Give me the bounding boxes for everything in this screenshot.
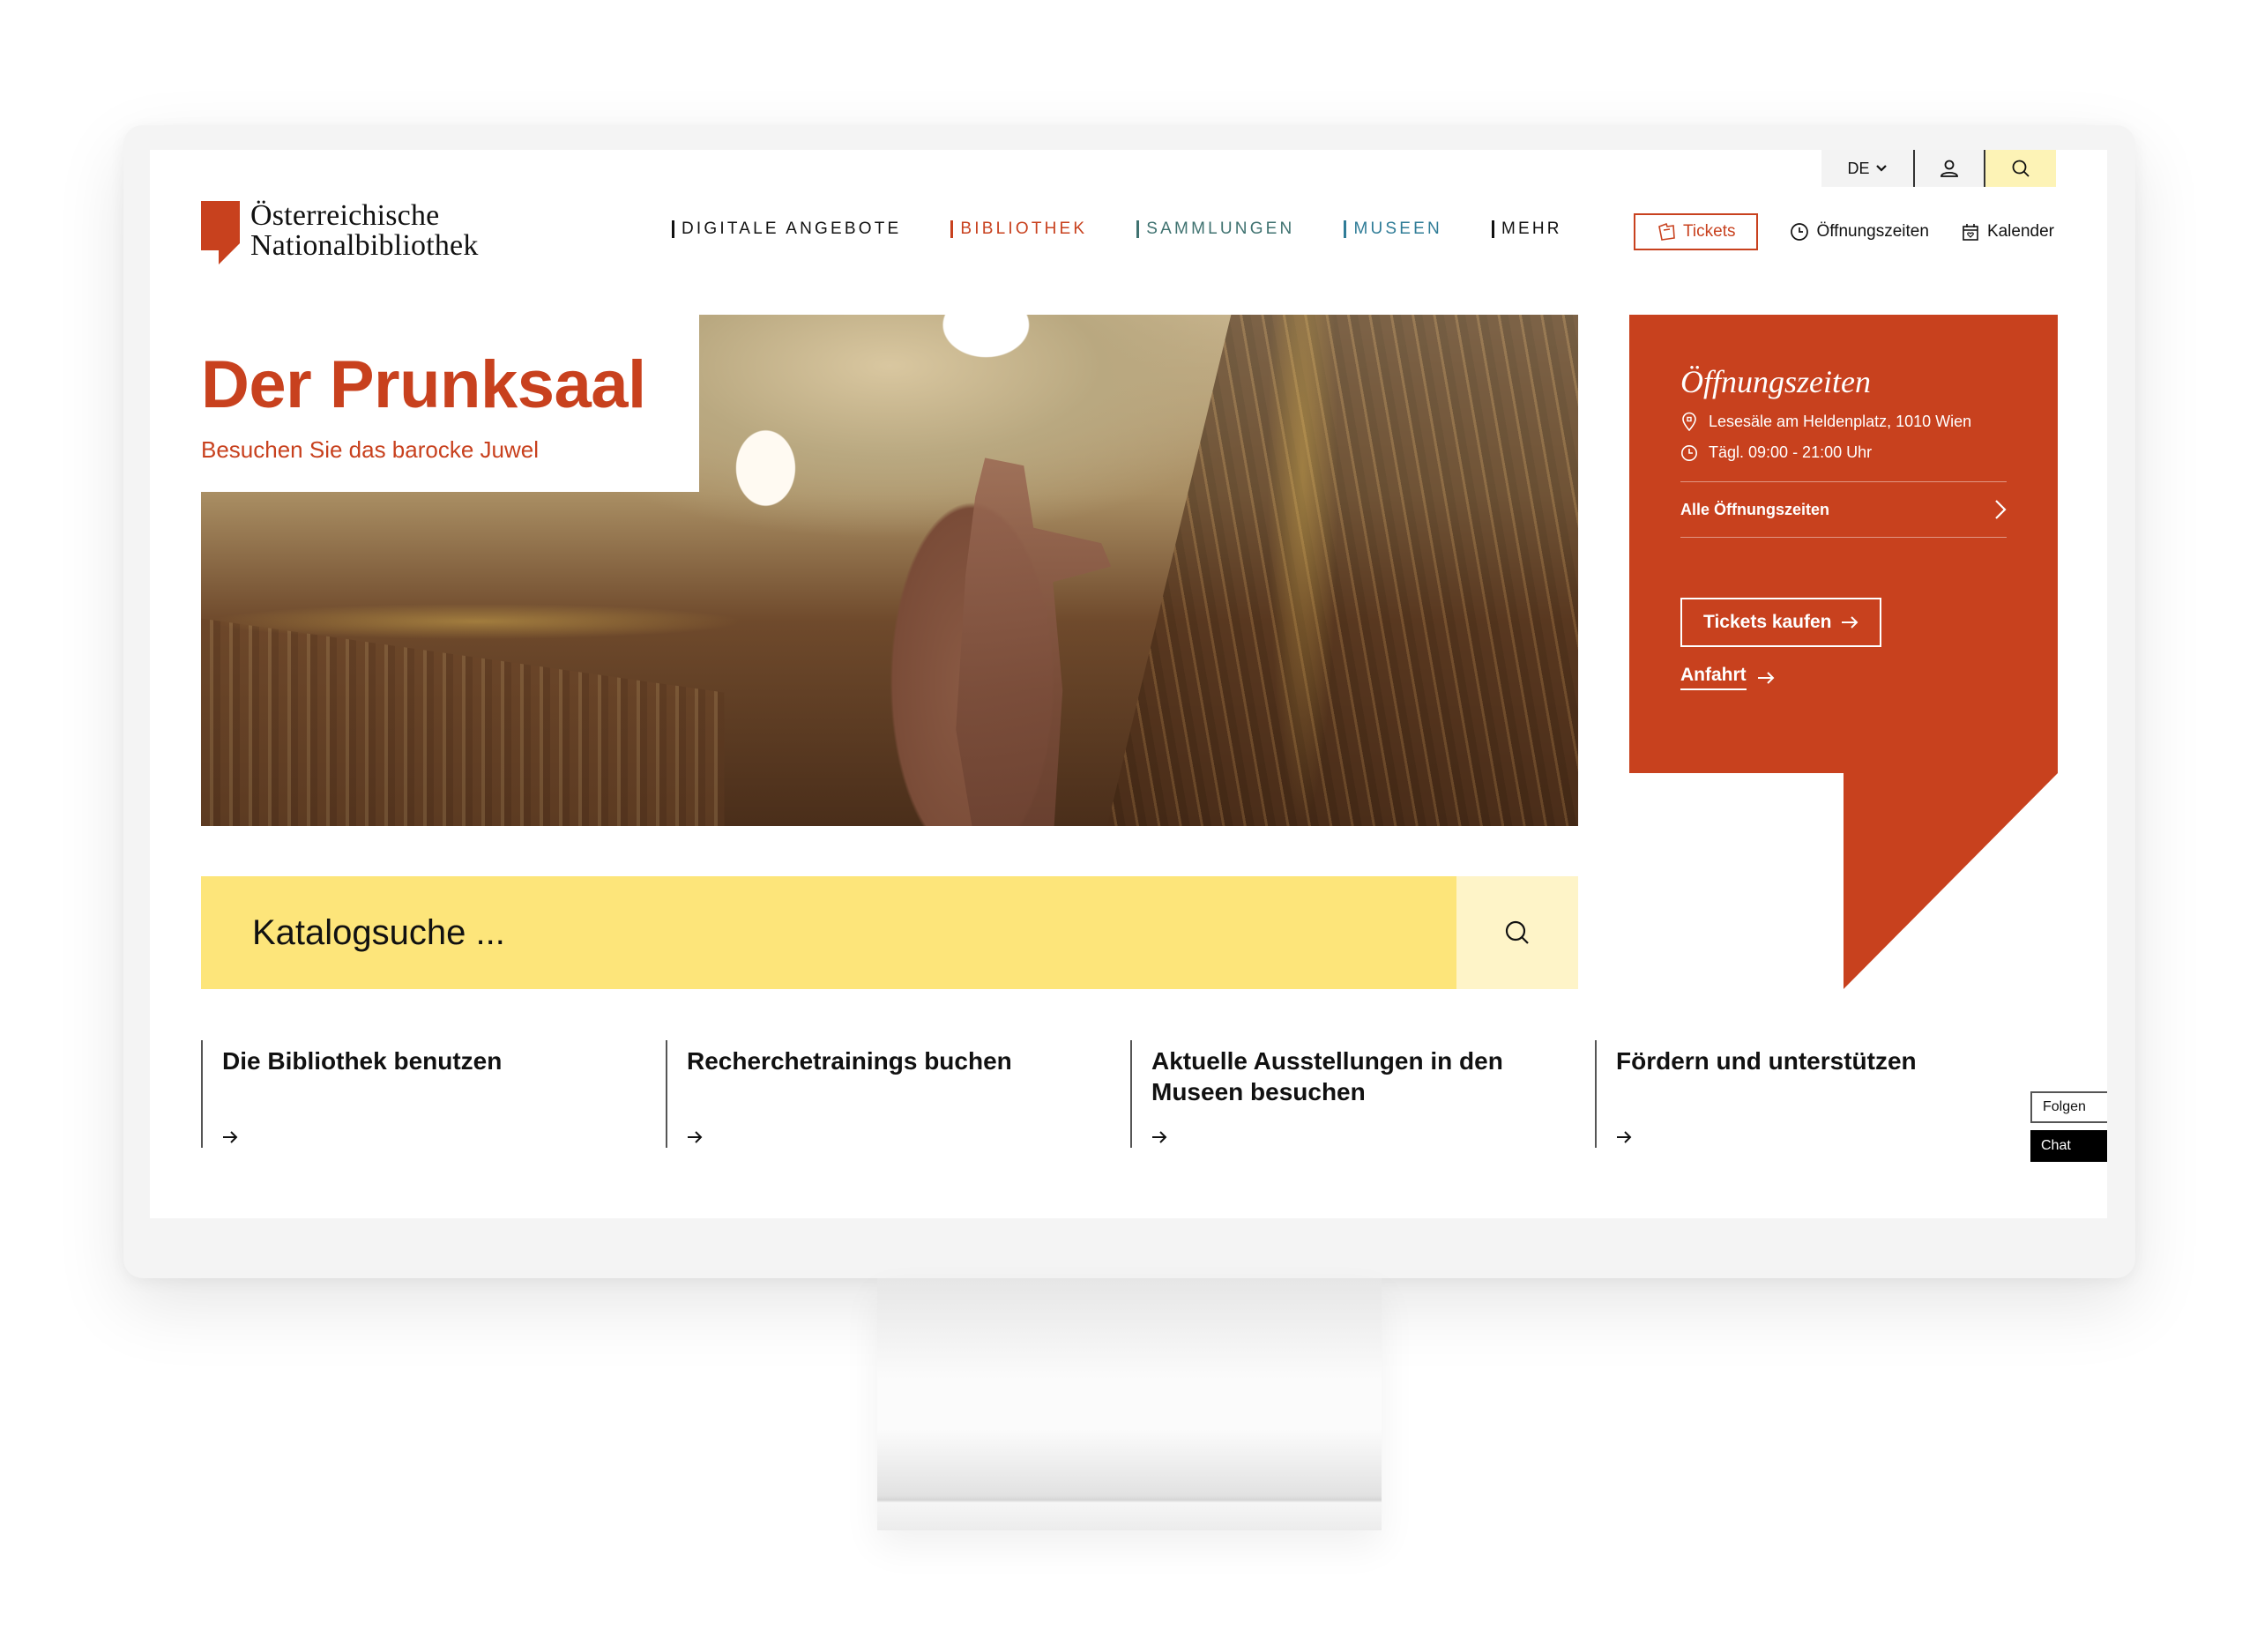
arrow-right-icon [1841, 616, 1858, 629]
clock-icon [1791, 223, 1809, 241]
tickets-button[interactable]: Tickets [1634, 213, 1759, 250]
logo-mark-icon [201, 201, 240, 264]
search-icon [2012, 160, 2030, 177]
search-icon [1505, 920, 1529, 944]
ticket-icon [1658, 222, 1675, 241]
catalog-search-button[interactable] [1456, 876, 1578, 989]
location-pin-icon [1682, 412, 1696, 431]
nav-digitale-angebote[interactable]: DIGITALE ANGEBOTE [672, 220, 901, 238]
location-text: Lesesäle am Heldenplatz, 1010 Wien [1709, 412, 1972, 430]
buy-tickets-button[interactable]: Tickets kaufen [1680, 598, 1881, 647]
times-line: Tägl. 09:00 - 21:00 Uhr [1680, 443, 2007, 462]
arrow-right-icon [1617, 1131, 1632, 1143]
logo-text: Österreichische Nationalbibliothek [250, 199, 479, 262]
calendar-link[interactable]: Kalender [1961, 222, 2054, 242]
directions-link[interactable]: Anfahrt [1680, 665, 1775, 690]
utility-bar: DE [1821, 150, 2056, 187]
user-account-button[interactable] [1915, 150, 1985, 187]
opening-hours-content: Öffnungszeiten Lesesäle am Heldenplatz, … [1680, 364, 2007, 690]
follow-button[interactable]: Folgen [2030, 1091, 2107, 1123]
language-selector[interactable]: DE [1821, 150, 1915, 187]
location-line: Lesesäle am Heldenplatz, 1010 Wien [1680, 412, 2007, 431]
header-actions: Tickets Öffnungszeiten Kalender [1634, 213, 2054, 250]
arrow-right-icon [1757, 671, 1775, 684]
nav-sammlungen[interactable]: SAMMLUNGEN [1136, 220, 1294, 238]
website-screen: DE Österreichische Nationalbibliothek DI… [150, 150, 2107, 1218]
monitor-stand [877, 1278, 1382, 1530]
opening-hours-title: Öffnungszeiten [1680, 364, 1871, 399]
nav-museen[interactable]: MUSEEN [1344, 220, 1442, 238]
teaser-title: Fördern und unterstützen [1616, 1047, 1917, 1075]
language-label: DE [1847, 159, 1870, 177]
all-opening-hours-label: Alle Öffnungszeiten [1680, 500, 1830, 518]
teaser-ausstellungen[interactable]: Aktuelle Ausstellungen in den Museen bes… [1130, 1040, 1595, 1148]
hero-subtitle: Besuchen Sie das barocke Juwel [201, 436, 540, 463]
main-navigation: DIGITALE ANGEBOTE BIBLIOTHEK SAMMLUNGEN … [672, 220, 1562, 238]
teaser-title: Recherchetrainings buchen [687, 1047, 1012, 1075]
arrow-right-icon [223, 1131, 238, 1143]
teaser-recherchetrainings[interactable]: Recherchetrainings buchen [666, 1040, 1130, 1148]
teaser-bibliothek-benutzen[interactable]: Die Bibliothek benutzen [201, 1040, 666, 1148]
nav-bibliothek[interactable]: BIBLIOTHEK [950, 220, 1087, 238]
calendar-label: Kalender [1986, 222, 2054, 241]
opening-hours-panel: Öffnungszeiten Lesesäle am Heldenplatz, … [1629, 315, 2058, 989]
teaser-title: Die Bibliothek benutzen [222, 1047, 503, 1075]
side-buttons: Folgen Chat [2030, 1091, 2107, 1162]
divider [1680, 537, 2007, 538]
teaser-foerdern[interactable]: Fördern und unterstützen [1595, 1040, 2060, 1148]
chevron-right-icon [1995, 500, 2007, 519]
catalog-search [201, 876, 1578, 989]
opening-hours-link[interactable]: Öffnungszeiten [1790, 222, 1929, 242]
tickets-label: Tickets [1683, 222, 1736, 241]
arrow-right-icon [688, 1131, 703, 1143]
site-logo[interactable]: Österreichische Nationalbibliothek [201, 201, 479, 264]
times-text: Tägl. 09:00 - 21:00 Uhr [1709, 443, 1873, 461]
catalog-search-input[interactable] [201, 876, 1456, 989]
arrow-right-icon [1152, 1131, 1167, 1143]
chevron-down-icon [1875, 165, 1887, 172]
teaser-title: Aktuelle Ausstellungen in den Museen bes… [1151, 1047, 1503, 1105]
teaser-links: Die Bibliothek benutzen Recherchetrainin… [201, 1040, 2060, 1148]
directions-label: Anfahrt [1680, 665, 1747, 690]
all-opening-hours-link[interactable]: Alle Öffnungszeiten [1680, 482, 2007, 537]
chat-button[interactable]: Chat [2030, 1130, 2107, 1162]
user-icon [1940, 160, 1958, 177]
calendar-icon [1963, 224, 1978, 241]
hero-title: Der Prunksaal [201, 347, 646, 422]
hero-title-box: Der Prunksaal Besuchen Sie das barocke J… [201, 315, 699, 492]
nav-mehr[interactable]: MEHR [1491, 220, 1562, 238]
opening-hours-label: Öffnungszeiten [1816, 222, 1929, 241]
buy-tickets-label: Tickets kaufen [1703, 612, 1832, 632]
clock-icon [1681, 444, 1697, 461]
header-search-button[interactable] [1985, 150, 2056, 187]
